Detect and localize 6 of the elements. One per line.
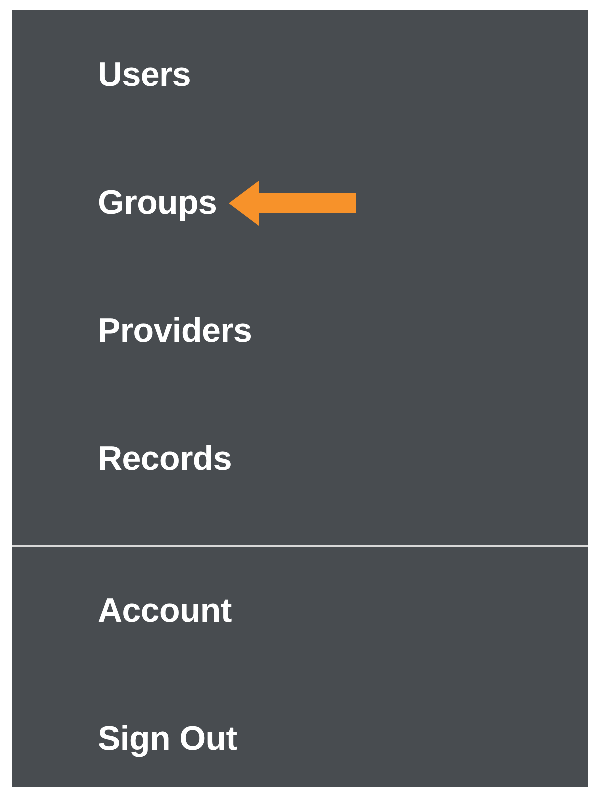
menu-item[interactable]: Users <box>98 56 192 94</box>
menu-item[interactable]: Groups <box>98 184 218 222</box>
menu-item[interactable]: Providers <box>98 312 252 350</box>
menu-item[interactable]: Sign Out <box>98 720 238 758</box>
menu-item[interactable]: Records <box>98 440 232 478</box>
menu-item[interactable]: Account <box>98 592 232 630</box>
